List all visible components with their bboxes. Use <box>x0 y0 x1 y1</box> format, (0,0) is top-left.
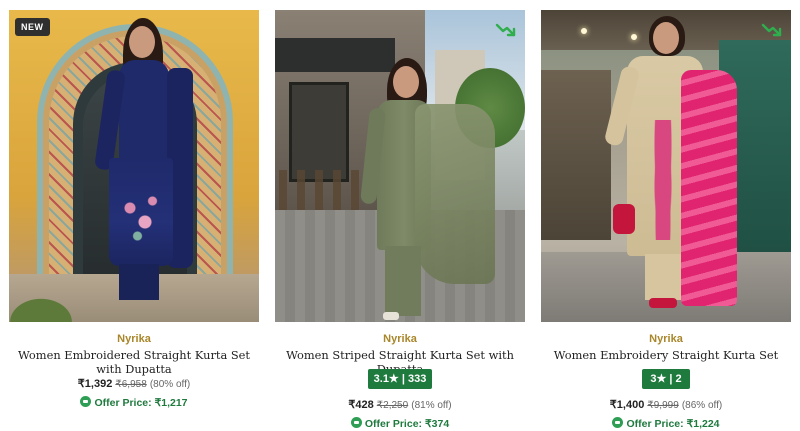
original-price: ₹2,250 <box>376 400 409 411</box>
original-price: ₹9,999 <box>647 400 679 411</box>
original-price: ₹6,958 <box>115 379 147 390</box>
offer-label: Offer Price: <box>626 418 684 430</box>
rating-badge: 3.1★ | 333 <box>368 369 432 389</box>
brand-name[interactable]: Nyrika <box>9 333 259 345</box>
selling-price: ₹428 <box>348 399 374 411</box>
product-title[interactable]: Women Embroidery Straight Kurta Set <box>541 348 791 362</box>
product-title[interactable]: Women Embroidered Straight Kurta Set wit… <box>9 348 259 376</box>
discount-text: (80% off) <box>149 379 191 390</box>
model-figure <box>345 50 505 322</box>
offer-price: ₹374 <box>424 418 450 430</box>
offer-price: ₹1,217 <box>154 397 188 409</box>
model-figure <box>603 10 745 322</box>
cafe-window <box>289 82 349 182</box>
offer-tag-icon <box>80 396 92 407</box>
product-image-2[interactable] <box>275 10 525 322</box>
trending-icon <box>495 23 516 37</box>
offer-tag-icon <box>612 417 624 428</box>
offer-label: Offer Price: <box>94 397 152 409</box>
offer-price: ₹1,224 <box>686 418 720 430</box>
product-image-3[interactable] <box>541 10 791 322</box>
rating-badge: 3★ | 2 <box>642 369 690 389</box>
offer-price-row: Offer Price: ₹1,217 <box>9 396 259 409</box>
selling-price: ₹1,392 <box>77 378 113 390</box>
plant <box>9 286 89 322</box>
brand-name[interactable]: Nyrika <box>275 333 525 345</box>
product-card-1[interactable]: NEW Nyrika Women Embroidered Straight Ku… <box>9 10 259 431</box>
product-image-1[interactable]: NEW <box>9 10 259 322</box>
offer-price-row: Offer Price: ₹374 <box>275 417 525 430</box>
product-card-3[interactable]: Nyrika Women Embroidery Straight Kurta S… <box>541 10 791 431</box>
price-row: ₹428 ₹2,250 (81% off) <box>275 398 525 411</box>
discount-text: (81% off) <box>411 400 452 411</box>
price-row: ₹1,400 ₹9,999 (86% off) <box>541 398 791 411</box>
discount-text: (86% off) <box>681 400 723 411</box>
selling-price: ₹1,400 <box>609 399 645 411</box>
trending-icon <box>761 23 782 37</box>
new-badge: NEW <box>15 18 50 36</box>
offer-tag-icon <box>350 417 362 428</box>
store-shelf <box>541 70 611 240</box>
product-card-2[interactable]: Nyrika Women Striped Straight Kurta Set … <box>275 10 525 431</box>
offer-label: Offer Price: <box>364 418 423 430</box>
price-row: ₹1,392 ₹6,958 (80% off) <box>9 377 259 390</box>
brand-name[interactable]: Nyrika <box>541 333 791 345</box>
model-figure <box>79 10 199 322</box>
offer-price-row: Offer Price: ₹1,224 <box>541 417 791 430</box>
